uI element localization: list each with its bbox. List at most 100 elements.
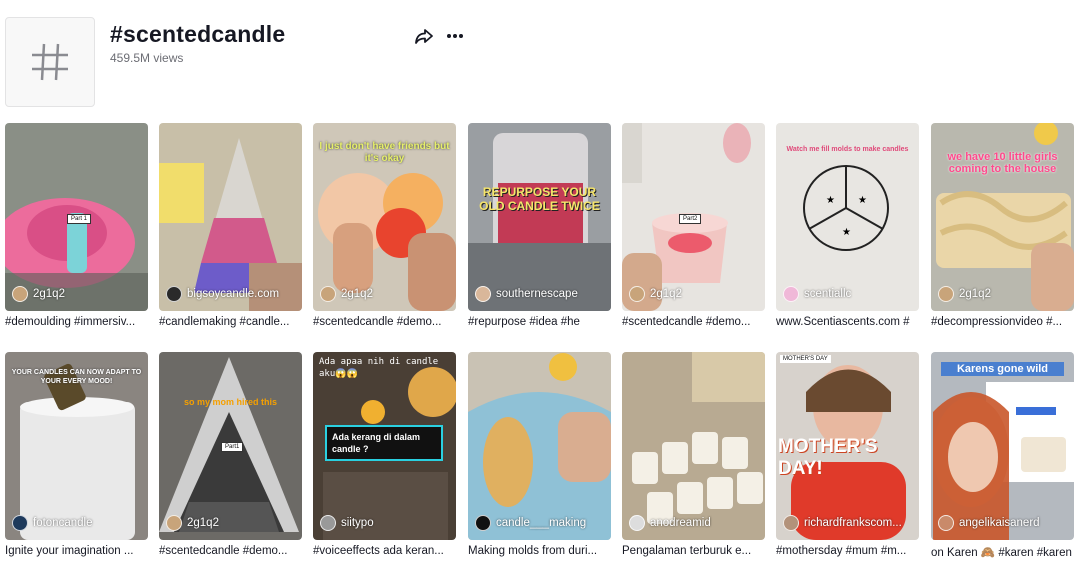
overlay-text: Ada apaa nih di candle aku😱😱 — [319, 357, 439, 379]
video-caption[interactable]: on Karen 🙈 #karen #karen — [931, 545, 1074, 559]
video-card[interactable]: candle___making Making molds from duri..… — [468, 352, 611, 557]
author-name: candle___making — [496, 517, 587, 529]
more-options-button[interactable] — [444, 25, 466, 47]
author-name: angelikaisanerd — [959, 517, 1040, 529]
video-card[interactable]: ★ ★ ★ Watch me fill molds to make candles … — [776, 123, 919, 328]
video-caption[interactable]: #scentedcandle #demo... — [622, 316, 765, 328]
sticker-text: Ada kerang di dalam candle ? — [325, 425, 443, 461]
author-name: 2g1q2 — [187, 517, 219, 529]
video-card[interactable]: we have 10 little girls coming to the ho… — [931, 123, 1074, 328]
video-author[interactable]: angelikaisanerd — [938, 515, 1040, 531]
video-caption[interactable]: #repurpose #idea #he — [468, 316, 611, 328]
video-card[interactable]: MOTHER'S DAY MOTHER'S DAY! richardfranks… — [776, 352, 919, 557]
hashtag-thumbnail — [5, 17, 95, 107]
video-cover[interactable]: Part2 2g1q2 — [622, 123, 765, 311]
video-caption[interactable]: #scentedcandle #demo... — [313, 316, 456, 328]
overlay-text: REPURPOSE YOUR OLD CANDLE TWICE — [479, 185, 600, 213]
video-card[interactable]: Part2 2g1q2 #scentedcandle #demo... — [622, 123, 765, 328]
video-cover[interactable]: candle___making — [468, 352, 611, 540]
video-caption[interactable]: Ignite your imagination ... — [5, 545, 148, 557]
author-name: fotoncandle — [33, 517, 93, 529]
video-caption[interactable]: #candlemaking #candle... — [159, 316, 302, 328]
author-name: anodreamid — [650, 517, 711, 529]
part-label: Part2 — [679, 214, 702, 224]
video-card[interactable]: anodreamid Pengalaman terburuk e... — [622, 352, 765, 557]
video-author[interactable]: 2g1q2 — [12, 286, 65, 302]
part-label: Part 1 — [67, 214, 92, 224]
video-caption[interactable]: Pengalaman terburuk e... — [622, 545, 765, 557]
author-name: 2g1q2 — [959, 288, 991, 300]
video-caption[interactable]: #scentedcandle #demo... — [159, 545, 302, 557]
video-card[interactable]: REPURPOSE YOUR OLD CANDLE TWICE southern… — [468, 123, 611, 328]
video-card[interactable]: so my mom hired this Part1 2g1q2 #scente… — [159, 352, 302, 557]
video-cover[interactable]: REPURPOSE YOUR OLD CANDLE TWICE southern… — [468, 123, 611, 311]
overlay-badge: MOTHER'S DAY — [780, 355, 831, 363]
video-author[interactable]: 2g1q2 — [938, 286, 991, 302]
video-author[interactable]: anodreamid — [629, 515, 711, 531]
author-name: 2g1q2 — [341, 288, 373, 300]
video-cover[interactable]: YOUR CANDLES CAN NOW ADAPT TO YOUR EVERY… — [5, 352, 148, 540]
view-count: 459.5M views — [110, 51, 184, 65]
video-cover[interactable]: so my mom hired this Part1 2g1q2 — [159, 352, 302, 540]
video-card[interactable]: I just don't have friends but it's okay … — [313, 123, 456, 328]
overlay-text: MOTHER'S DAY! — [778, 436, 878, 479]
video-cover[interactable]: bigsoycandle.com — [159, 123, 302, 311]
video-caption[interactable]: Making molds from duri... — [468, 545, 611, 557]
overlay-text: we have 10 little girls coming to the ho… — [947, 151, 1058, 175]
author-name: 2g1q2 — [650, 288, 682, 300]
video-author[interactable]: bigsoycandle.com — [166, 286, 279, 302]
author-name: scentiallc — [804, 288, 852, 300]
video-cover[interactable]: I just don't have friends but it's okay … — [313, 123, 456, 311]
avatar — [629, 515, 645, 531]
hashtag-icon — [32, 43, 68, 81]
video-caption[interactable]: #demoulding #immersiv... — [5, 316, 148, 328]
video-cover[interactable]: anodreamid — [622, 352, 765, 540]
video-cover[interactable]: MOTHER'S DAY MOTHER'S DAY! richardfranks… — [776, 352, 919, 540]
avatar — [320, 286, 336, 302]
svg-text:★: ★ — [826, 195, 835, 206]
svg-text:★: ★ — [858, 195, 867, 206]
share-icon — [415, 29, 433, 44]
video-author[interactable]: southernescape — [475, 286, 578, 302]
overlay-text: Watch me fill molds to make candles — [786, 146, 909, 153]
video-card[interactable]: bigsoycandle.com #candlemaking #candle..… — [159, 123, 302, 328]
overlay-text: I just don't have friends but it's okay — [319, 141, 450, 164]
video-card[interactable]: Part 1 2g1q2 #demoulding #immersiv... — [5, 123, 148, 328]
video-card[interactable]: Ada apaa nih di candle aku😱😱 Ada kerang … — [313, 352, 456, 557]
video-caption[interactable]: #decompressionvideo #... — [931, 316, 1074, 328]
video-caption[interactable]: #voiceeffects ada keran... — [313, 545, 456, 557]
video-cover[interactable]: Karens gone wild angelikaisanerd — [931, 352, 1074, 540]
video-cover[interactable]: Ada apaa nih di candle aku😱😱 Ada kerang … — [313, 352, 456, 540]
video-card[interactable]: YOUR CANDLES CAN NOW ADAPT TO YOUR EVERY… — [5, 352, 148, 557]
author-name: bigsoycandle.com — [187, 288, 280, 300]
video-author[interactable]: scentiallc — [783, 286, 851, 302]
share-button[interactable] — [413, 25, 435, 47]
avatar — [475, 515, 491, 531]
video-caption[interactable]: www.Scentiascents.com # — [776, 316, 919, 328]
part-label: Part1 — [221, 442, 244, 452]
avatar — [938, 286, 954, 302]
author-name: 2g1q2 — [33, 288, 65, 300]
video-cover[interactable]: ★ ★ ★ Watch me fill molds to make candles … — [776, 123, 919, 311]
video-author[interactable]: candle___making — [475, 515, 586, 531]
avatar — [783, 515, 799, 531]
avatar — [320, 515, 336, 531]
video-author[interactable]: richardfrankscom... — [783, 515, 902, 531]
video-card[interactable]: Karens gone wild angelikaisanerd on Kare… — [931, 352, 1074, 559]
video-author[interactable]: siitypo — [320, 515, 374, 531]
author-name: southernescape — [496, 288, 578, 300]
video-author[interactable]: fotoncandle — [12, 515, 92, 531]
overlay-text: so my mom hired this — [183, 397, 278, 407]
author-name: richardfrankscom... — [804, 517, 902, 529]
avatar — [12, 515, 28, 531]
video-author[interactable]: 2g1q2 — [629, 286, 682, 302]
video-author[interactable]: 2g1q2 — [166, 515, 219, 531]
overlay-text: YOUR CANDLES CAN NOW ADAPT TO YOUR EVERY… — [11, 369, 142, 385]
video-cover[interactable]: Part 1 2g1q2 — [5, 123, 148, 311]
video-caption[interactable]: #mothersday #mum #m... — [776, 545, 919, 557]
overlay-text: Karens gone wild — [941, 362, 1064, 376]
video-cover[interactable]: we have 10 little girls coming to the ho… — [931, 123, 1074, 311]
avatar — [166, 515, 182, 531]
avatar — [475, 286, 491, 302]
video-author[interactable]: 2g1q2 — [320, 286, 373, 302]
